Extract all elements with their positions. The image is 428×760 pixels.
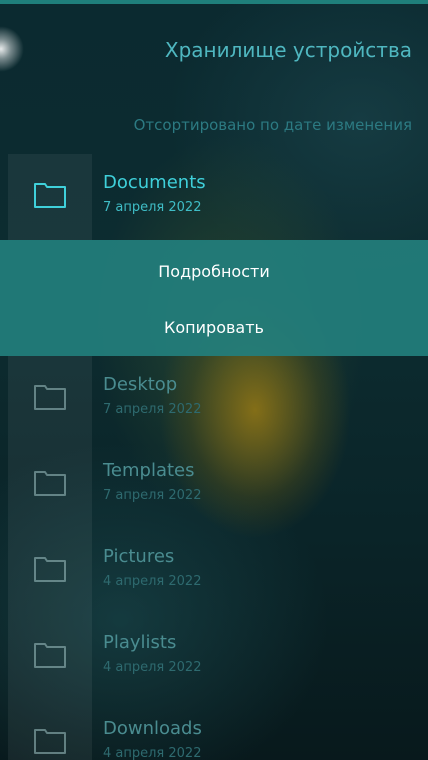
list-item-pictures[interactable]: Pictures 4 апреля 2022: [0, 528, 428, 614]
list-item-desktop[interactable]: Desktop 7 апреля 2022: [0, 356, 428, 442]
folder-tile: [8, 700, 92, 760]
folder-name: Pictures: [103, 546, 175, 567]
page-title: Хранилище устройства: [164, 38, 412, 62]
folder-icon: [34, 471, 66, 496]
sort-label: Отсортировано по дате изменения: [133, 116, 412, 134]
folder-icon: [34, 385, 66, 410]
folder-name: Downloads: [103, 718, 202, 739]
folder-icon: [34, 557, 66, 582]
folder-tile: [8, 614, 92, 700]
folder-name: Desktop: [103, 374, 178, 395]
folder-icon: [34, 183, 66, 208]
pulley-glow-indicator: [0, 26, 24, 72]
folder-date: 7 апреля 2022: [103, 488, 202, 503]
context-menu: Подробности Копировать: [0, 240, 428, 356]
folder-tile: [8, 154, 92, 240]
folder-tile: [8, 356, 92, 442]
menu-item-copy[interactable]: Копировать: [0, 298, 428, 356]
list-item-documents[interactable]: Documents 7 апреля 2022: [0, 154, 428, 240]
list-item-playlists[interactable]: Playlists 4 апреля 2022: [0, 614, 428, 700]
top-status-strip: [0, 0, 428, 4]
folder-tile: [8, 528, 92, 614]
screen: Хранилище устройства Отсортировано по да…: [0, 0, 428, 760]
list-item-templates[interactable]: Templates 7 апреля 2022: [0, 442, 428, 528]
folder-name: Templates: [103, 460, 195, 481]
folder-icon: [34, 729, 66, 754]
folder-date: 4 апреля 2022: [103, 746, 202, 760]
folder-date: 7 апреля 2022: [103, 402, 202, 417]
folder-name: Playlists: [103, 632, 177, 653]
folder-date: 7 апреля 2022: [103, 200, 202, 215]
folder-name: Documents: [103, 172, 206, 193]
folder-date: 4 апреля 2022: [103, 574, 202, 589]
folder-date: 4 апреля 2022: [103, 660, 202, 675]
menu-item-details[interactable]: Подробности: [0, 242, 428, 300]
list-item-downloads[interactable]: Downloads 4 апреля 2022: [0, 700, 428, 760]
folder-icon: [34, 643, 66, 668]
folder-tile: [8, 442, 92, 528]
